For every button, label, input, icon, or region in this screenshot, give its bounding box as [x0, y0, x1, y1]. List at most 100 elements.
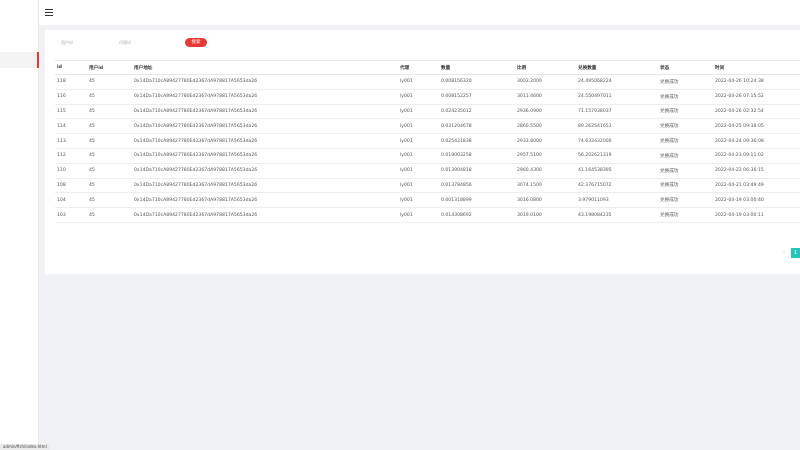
page-prev-button[interactable]: ‹: [779, 248, 789, 258]
table-cell-col-user-id: 45: [87, 192, 132, 209]
table-cell-col-id: 115: [55, 104, 87, 120]
table-cell-col-amount: 0.013904818: [439, 163, 515, 179]
table-cell-col-id: 103: [55, 207, 87, 223]
table-cell-col-rate: 2957.5100: [515, 148, 576, 164]
table-cell-col-rate: 2933.8000: [515, 133, 576, 149]
table-cell-col-id: 104: [55, 192, 87, 209]
search-button[interactable]: 搜索: [185, 38, 207, 47]
table-cell-col-amount: 0.019003258: [439, 148, 515, 164]
table-cell-col-address: 0x14Da710cA89427780Ed2367dA978817A5653da…: [132, 178, 398, 194]
table-cell-col-amount: 0.001318899: [439, 192, 515, 209]
table-cell-col-proxy: ly001: [398, 89, 439, 105]
table-cell-col-time: 2022-04-25 09:38:05: [713, 118, 800, 135]
table-cell-col-exchange-amount: 89.262541653: [576, 118, 658, 135]
table-cell-col-address: 0x14Da710cA89427780Ed2367dA978817A5653da…: [132, 118, 398, 135]
table-cell-col-time: 2022-04-23 09:11:02: [713, 148, 800, 164]
table-row: 115 45 0x14Da710cA89427780Ed2367dA978817A5…: [55, 104, 800, 120]
table-cell-col-status: 兑换成功: [658, 118, 713, 135]
table-row: 114 45 0x14Da710cA89427780Ed2367dA978817A5…: [55, 118, 800, 135]
table-cell-col-rate: 3074.1500: [515, 178, 576, 194]
table-cell-col-user-id: 45: [87, 148, 132, 164]
table-row: 104 45 0x14Da710cA89427780Ed2367dA978817A5…: [55, 192, 800, 209]
table-cell-col-exchange-amount: 74.633432000: [576, 133, 658, 149]
table-cell-col-exchange-amount: 24.495068224: [576, 74, 658, 90]
table-row: 110 45 0x14Da710cA89427780Ed2367dA978817A5…: [55, 163, 800, 179]
table-cell-col-id: 116: [55, 89, 87, 105]
table-cell-col-proxy: ly001: [398, 133, 439, 149]
table-cell-col-proxy: ly001: [398, 74, 439, 90]
table-header-col-id: id: [55, 60, 87, 75]
page-number-button[interactable]: 1: [791, 248, 800, 258]
table-cell-col-exchange-amount: 41.164538395: [576, 163, 658, 179]
table-cell-col-amount: 0.008156320: [439, 74, 515, 90]
table-header-col-proxy: 代理: [398, 60, 439, 75]
table-cell-col-time: 2022-04-26 07:15:52: [713, 89, 800, 105]
table-cell-col-rate: 3003.2000: [515, 74, 576, 90]
table-cell-col-amount: 0.008152257: [439, 89, 515, 105]
table-row: 112 45 0x14Da710cA89427780Ed2367dA978817A5…: [55, 148, 800, 164]
table-cell-col-amount: 0.031204678: [439, 118, 515, 135]
table-cell-col-status: 兑换成功: [658, 133, 713, 149]
table-cell-col-address: 0x14Da710cA89427780Ed2367dA978817A5653da…: [132, 74, 398, 90]
table-cell-col-time: 2022-04-26 10:24:38: [713, 74, 800, 90]
table-cell-col-id: 112: [55, 148, 87, 164]
table-cell-col-user-id: 45: [87, 74, 132, 90]
table-cell-col-proxy: ly001: [398, 163, 439, 179]
table-cell-col-rate: 2860.5500: [515, 118, 576, 135]
table-cell-col-user-id: 45: [87, 118, 132, 135]
table-cell-col-address: 0x14Da710cA89427780Ed2367dA978817A5653da…: [132, 207, 398, 223]
table-cell-col-user-id: 45: [87, 163, 132, 179]
proxy-input[interactable]: [115, 37, 167, 48]
table-cell-col-amount: 0.025421838: [439, 133, 515, 149]
table-header-col-time: 时间: [713, 60, 800, 75]
table-cell-col-user-id: 45: [87, 178, 132, 194]
table-header-col-address: 用户地址: [132, 60, 398, 75]
table-cell-col-time: 2022-04-19 03:00:11: [713, 207, 800, 223]
sidebar: [0, 0, 39, 450]
table-cell-col-address: 0x14Da710cA89427780Ed2367dA978817A5653da…: [132, 133, 398, 149]
sidebar-active-item[interactable]: [0, 52, 39, 68]
table-cell-col-rate: 3019.0100: [515, 207, 576, 223]
table-cell-col-amount: 0.014308692: [439, 207, 515, 223]
table-cell-col-id: 118: [55, 74, 87, 90]
table-cell-col-exchange-amount: 43.198084235: [576, 207, 658, 223]
table-cell-col-user-id: 45: [87, 104, 132, 120]
top-bar: [39, 0, 800, 25]
table-cell-col-proxy: ly001: [398, 104, 439, 120]
table-header-col-amount: 数量: [439, 60, 515, 75]
table-cell-col-status: 兑换成功: [658, 178, 713, 194]
exchange-table: id 用户id 用户地址 代理 数量 比例 兑换数量 状态 时间 118 45 0x14Da710c…: [55, 60, 800, 223]
table-row: 118 45 0x14Da710cA89427780Ed2367dA978817A5…: [55, 74, 800, 90]
table-cell-col-user-id: 45: [87, 133, 132, 149]
table-cell-col-rate: 2960.4300: [515, 163, 576, 179]
user-id-input[interactable]: [57, 37, 109, 48]
table-cell-col-address: 0x14Da710cA89427780Ed2367dA978817A5653da…: [132, 148, 398, 164]
table-cell-col-time: 2022-04-26 02:32:54: [713, 104, 800, 120]
table-cell-col-time: 2022-04-22 06:36:15: [713, 163, 800, 179]
menu-toggle-icon[interactable]: [45, 9, 53, 16]
table-cell-col-time: 2022-04-19 03:00:40: [713, 192, 800, 209]
table-cell-col-rate: 3011.4600: [515, 89, 576, 105]
table-cell-col-id: 113: [55, 133, 87, 149]
table-header-col-exchange-amount: 兑换数量: [576, 60, 658, 75]
table-cell-col-status: 兑换成功: [658, 89, 713, 105]
table-cell-col-id: 110: [55, 163, 87, 179]
table-row: 113 45 0x14Da710cA89427780Ed2367dA978817A5…: [55, 133, 800, 149]
table-cell-col-proxy: ly001: [398, 192, 439, 209]
table-cell-col-address: 0x14Da710cA89427780Ed2367dA978817A5653da…: [132, 89, 398, 105]
table-cell-col-id: 108: [55, 178, 87, 194]
table-cell-col-status: 兑换成功: [658, 163, 713, 179]
table-cell-col-exchange-amount: 24.550497011: [576, 89, 658, 105]
table-cell-col-status: 兑换成功: [658, 192, 713, 209]
table-header-col-status: 状态: [658, 60, 713, 75]
table-header-col-user-id: 用户id: [87, 60, 132, 75]
table-cell-col-address: 0x14Da710cA89427780Ed2367dA978817A5653da…: [132, 104, 398, 120]
table-cell-col-amount: 0.013784856: [439, 178, 515, 194]
content-panel: 搜索 id用户id用户地址代理数量比例兑换数量状态时间 118450x14Da7…: [45, 30, 800, 274]
table-row: 116 45 0x14Da710cA89427780Ed2367dA978817A5…: [55, 89, 800, 105]
table-row: 108 45 0x14Da710cA89427780Ed2367dA978817A5…: [55, 178, 800, 194]
table-cell-col-exchange-amount: 42.376715072: [576, 178, 658, 194]
table-cell-col-address: 0x14Da710cA89427780Ed2367dA978817A5653da…: [132, 163, 398, 179]
table-header-row: id 用户id 用户地址 代理 数量 比例 兑换数量 状态 时间: [55, 60, 800, 75]
table-cell-col-proxy: ly001: [398, 148, 439, 164]
